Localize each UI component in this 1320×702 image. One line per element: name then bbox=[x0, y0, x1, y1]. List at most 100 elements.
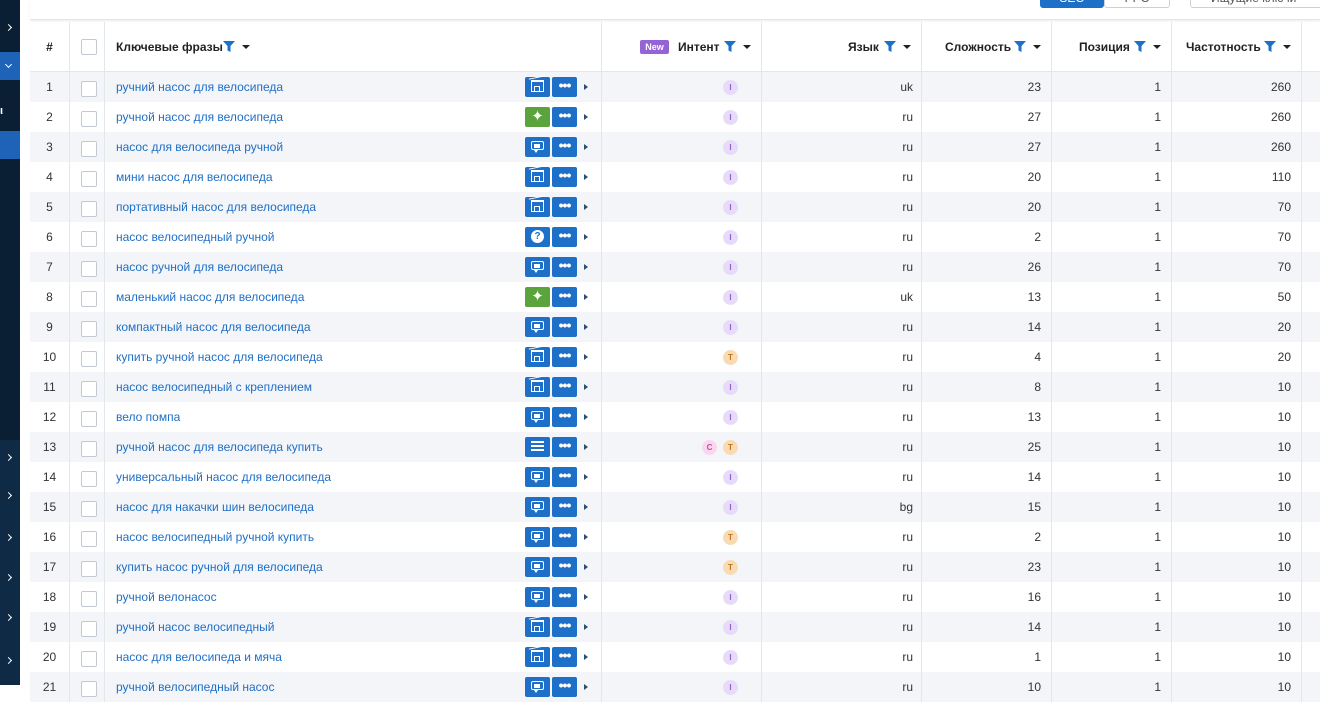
more-actions-button[interactable]: ••• bbox=[552, 407, 577, 427]
serp-feature-button[interactable] bbox=[525, 497, 550, 517]
keyword-link[interactable]: насос для велосипеда ручной bbox=[116, 132, 283, 162]
intent-badge[interactable]: T bbox=[723, 350, 738, 365]
expand-arrow-icon[interactable] bbox=[584, 624, 588, 630]
serp-feature-button[interactable] bbox=[525, 617, 550, 637]
intent-badge[interactable]: T bbox=[723, 440, 738, 455]
ppc-toggle-button[interactable]: PPC bbox=[1104, 0, 1170, 8]
filter-icon[interactable] bbox=[724, 41, 736, 53]
serp-feature-button[interactable] bbox=[525, 587, 550, 607]
more-actions-button[interactable]: ••• bbox=[552, 557, 577, 577]
expand-arrow-icon[interactable] bbox=[584, 414, 588, 420]
serp-feature-button[interactable] bbox=[525, 647, 550, 667]
more-actions-button[interactable]: ••• bbox=[552, 317, 577, 337]
row-checkbox[interactable] bbox=[81, 81, 97, 97]
intent-badge[interactable]: I bbox=[723, 470, 738, 485]
more-actions-button[interactable]: ••• bbox=[552, 197, 577, 217]
serp-feature-button[interactable]: ✦ bbox=[525, 107, 550, 127]
intent-badge[interactable]: I bbox=[723, 140, 738, 155]
column-header-difficulty[interactable]: Сложность bbox=[922, 22, 1052, 72]
keyword-link[interactable]: насос велосипедный ручной купить bbox=[116, 522, 314, 552]
sidebar-selected-item[interactable] bbox=[0, 131, 20, 159]
intent-badge[interactable]: T bbox=[723, 530, 738, 545]
more-actions-button[interactable]: ••• bbox=[552, 587, 577, 607]
keyword-link[interactable]: портативный насос для велосипеда bbox=[116, 192, 316, 222]
serp-feature-button[interactable] bbox=[525, 317, 550, 337]
intent-badge[interactable]: I bbox=[723, 650, 738, 665]
intent-badge[interactable]: I bbox=[723, 620, 738, 635]
row-checkbox[interactable] bbox=[81, 111, 97, 127]
row-checkbox[interactable] bbox=[81, 261, 97, 277]
serp-feature-button[interactable] bbox=[525, 347, 550, 367]
intent-badge[interactable]: I bbox=[723, 380, 738, 395]
expand-arrow-icon[interactable] bbox=[584, 354, 588, 360]
more-actions-button[interactable]: ••• bbox=[552, 617, 577, 637]
column-header-language[interactable]: Язык bbox=[762, 22, 922, 72]
expand-arrow-icon[interactable] bbox=[584, 384, 588, 390]
sidebar-item-icon[interactable]: ι bbox=[0, 105, 20, 117]
expand-arrow-icon[interactable] bbox=[584, 534, 588, 540]
serp-feature-button[interactable]: ✦ bbox=[525, 287, 550, 307]
row-checkbox[interactable] bbox=[81, 561, 97, 577]
keyword-link[interactable]: насос ручной для велосипеда bbox=[116, 252, 283, 282]
keyword-link[interactable]: вело помпа bbox=[116, 402, 180, 432]
keyword-link[interactable]: ручний насос для велосипеда bbox=[116, 72, 283, 102]
intent-badge[interactable]: I bbox=[723, 290, 738, 305]
intent-badge[interactable]: I bbox=[723, 260, 738, 275]
row-checkbox[interactable] bbox=[81, 681, 97, 697]
row-checkbox[interactable] bbox=[81, 141, 97, 157]
sidebar-chevron-icon[interactable] bbox=[4, 656, 13, 665]
sidebar-chevron-icon[interactable] bbox=[4, 573, 13, 582]
keyword-link[interactable]: компактный насос для велосипеда bbox=[116, 312, 311, 342]
serp-feature-button[interactable] bbox=[525, 377, 550, 397]
keyword-link[interactable]: ручной велонасос bbox=[116, 582, 217, 612]
expand-arrow-icon[interactable] bbox=[584, 474, 588, 480]
row-checkbox[interactable] bbox=[81, 621, 97, 637]
intent-badge[interactable]: T bbox=[723, 560, 738, 575]
keyword-link[interactable]: мини насос для велосипеда bbox=[116, 162, 273, 192]
intent-badge[interactable]: I bbox=[723, 170, 738, 185]
more-actions-button[interactable]: ••• bbox=[552, 257, 577, 277]
column-header-keyword[interactable]: Ключевые фразы bbox=[105, 22, 602, 72]
sort-caret-icon[interactable] bbox=[1283, 45, 1291, 49]
serp-feature-button[interactable] bbox=[525, 527, 550, 547]
expand-arrow-icon[interactable] bbox=[584, 444, 588, 450]
more-actions-button[interactable]: ••• bbox=[552, 467, 577, 487]
row-checkbox[interactable] bbox=[81, 471, 97, 487]
keyword-link[interactable]: ручной насос велосипедный bbox=[116, 612, 274, 642]
serp-feature-button[interactable] bbox=[525, 137, 550, 157]
intent-badge[interactable]: I bbox=[723, 680, 738, 695]
expand-arrow-icon[interactable] bbox=[584, 174, 588, 180]
more-actions-button[interactable]: ••• bbox=[552, 527, 577, 547]
intent-badge[interactable]: I bbox=[723, 500, 738, 515]
sidebar-chevron-icon[interactable] bbox=[4, 533, 13, 542]
sort-caret-icon[interactable] bbox=[743, 45, 751, 49]
row-checkbox[interactable] bbox=[81, 231, 97, 247]
expand-arrow-icon[interactable] bbox=[584, 504, 588, 510]
expand-arrow-icon[interactable] bbox=[584, 114, 588, 120]
row-checkbox[interactable] bbox=[81, 531, 97, 547]
keyword-link[interactable]: насос велосипедный ручной bbox=[116, 222, 274, 252]
filter-icon[interactable] bbox=[223, 41, 235, 53]
expand-arrow-icon[interactable] bbox=[584, 144, 588, 150]
row-checkbox[interactable] bbox=[81, 171, 97, 187]
keyword-link[interactable]: ручной велосипедный насос bbox=[116, 672, 274, 702]
more-actions-button[interactable]: ••• bbox=[552, 227, 577, 247]
keyword-link[interactable]: насос для велосипеда и мяча bbox=[116, 642, 282, 672]
column-header-frequency[interactable]: Частотность bbox=[1172, 22, 1302, 72]
serp-feature-button[interactable] bbox=[525, 437, 550, 457]
expand-arrow-icon[interactable] bbox=[584, 594, 588, 600]
serp-feature-button[interactable]: ? bbox=[525, 227, 550, 247]
row-checkbox[interactable] bbox=[81, 321, 97, 337]
more-actions-button[interactable]: ••• bbox=[552, 437, 577, 457]
serp-feature-button[interactable] bbox=[525, 77, 550, 97]
serp-feature-button[interactable] bbox=[525, 557, 550, 577]
expand-arrow-icon[interactable] bbox=[584, 294, 588, 300]
more-actions-button[interactable]: ••• bbox=[552, 77, 577, 97]
keyword-link[interactable]: купить насос ручной для велосипеда bbox=[116, 552, 323, 582]
serp-feature-button[interactable] bbox=[525, 407, 550, 427]
intent-badge[interactable]: C bbox=[702, 440, 717, 455]
intent-badge[interactable]: I bbox=[723, 110, 738, 125]
expand-arrow-icon[interactable] bbox=[584, 204, 588, 210]
serp-feature-button[interactable] bbox=[525, 167, 550, 187]
more-actions-button[interactable]: ••• bbox=[552, 287, 577, 307]
